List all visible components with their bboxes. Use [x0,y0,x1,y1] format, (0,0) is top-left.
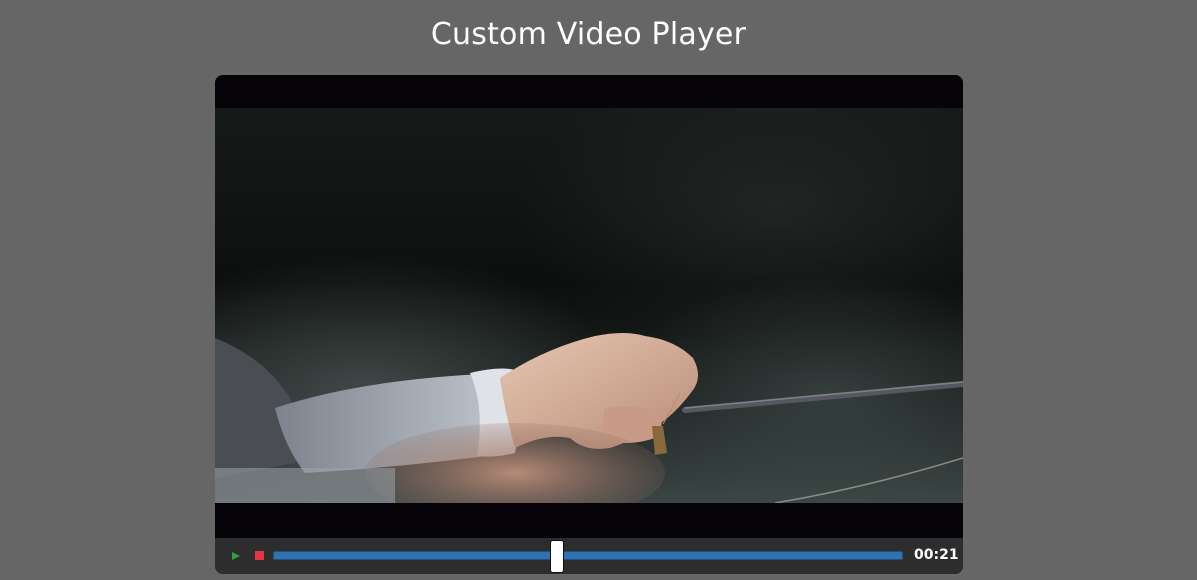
stop-icon[interactable] [254,550,266,562]
progress-thumb[interactable] [549,540,564,573]
video-player: 00:21 [215,75,963,574]
progress-track[interactable] [273,551,903,560]
play-icon[interactable] [230,550,242,562]
current-time: 00:21 [914,547,959,563]
progress-slider[interactable] [273,540,903,573]
player-controls: 00:21 [215,538,963,574]
page-title: Custom Video Player [430,17,747,52]
video-screen[interactable] [215,75,963,538]
video-frame [215,108,963,503]
